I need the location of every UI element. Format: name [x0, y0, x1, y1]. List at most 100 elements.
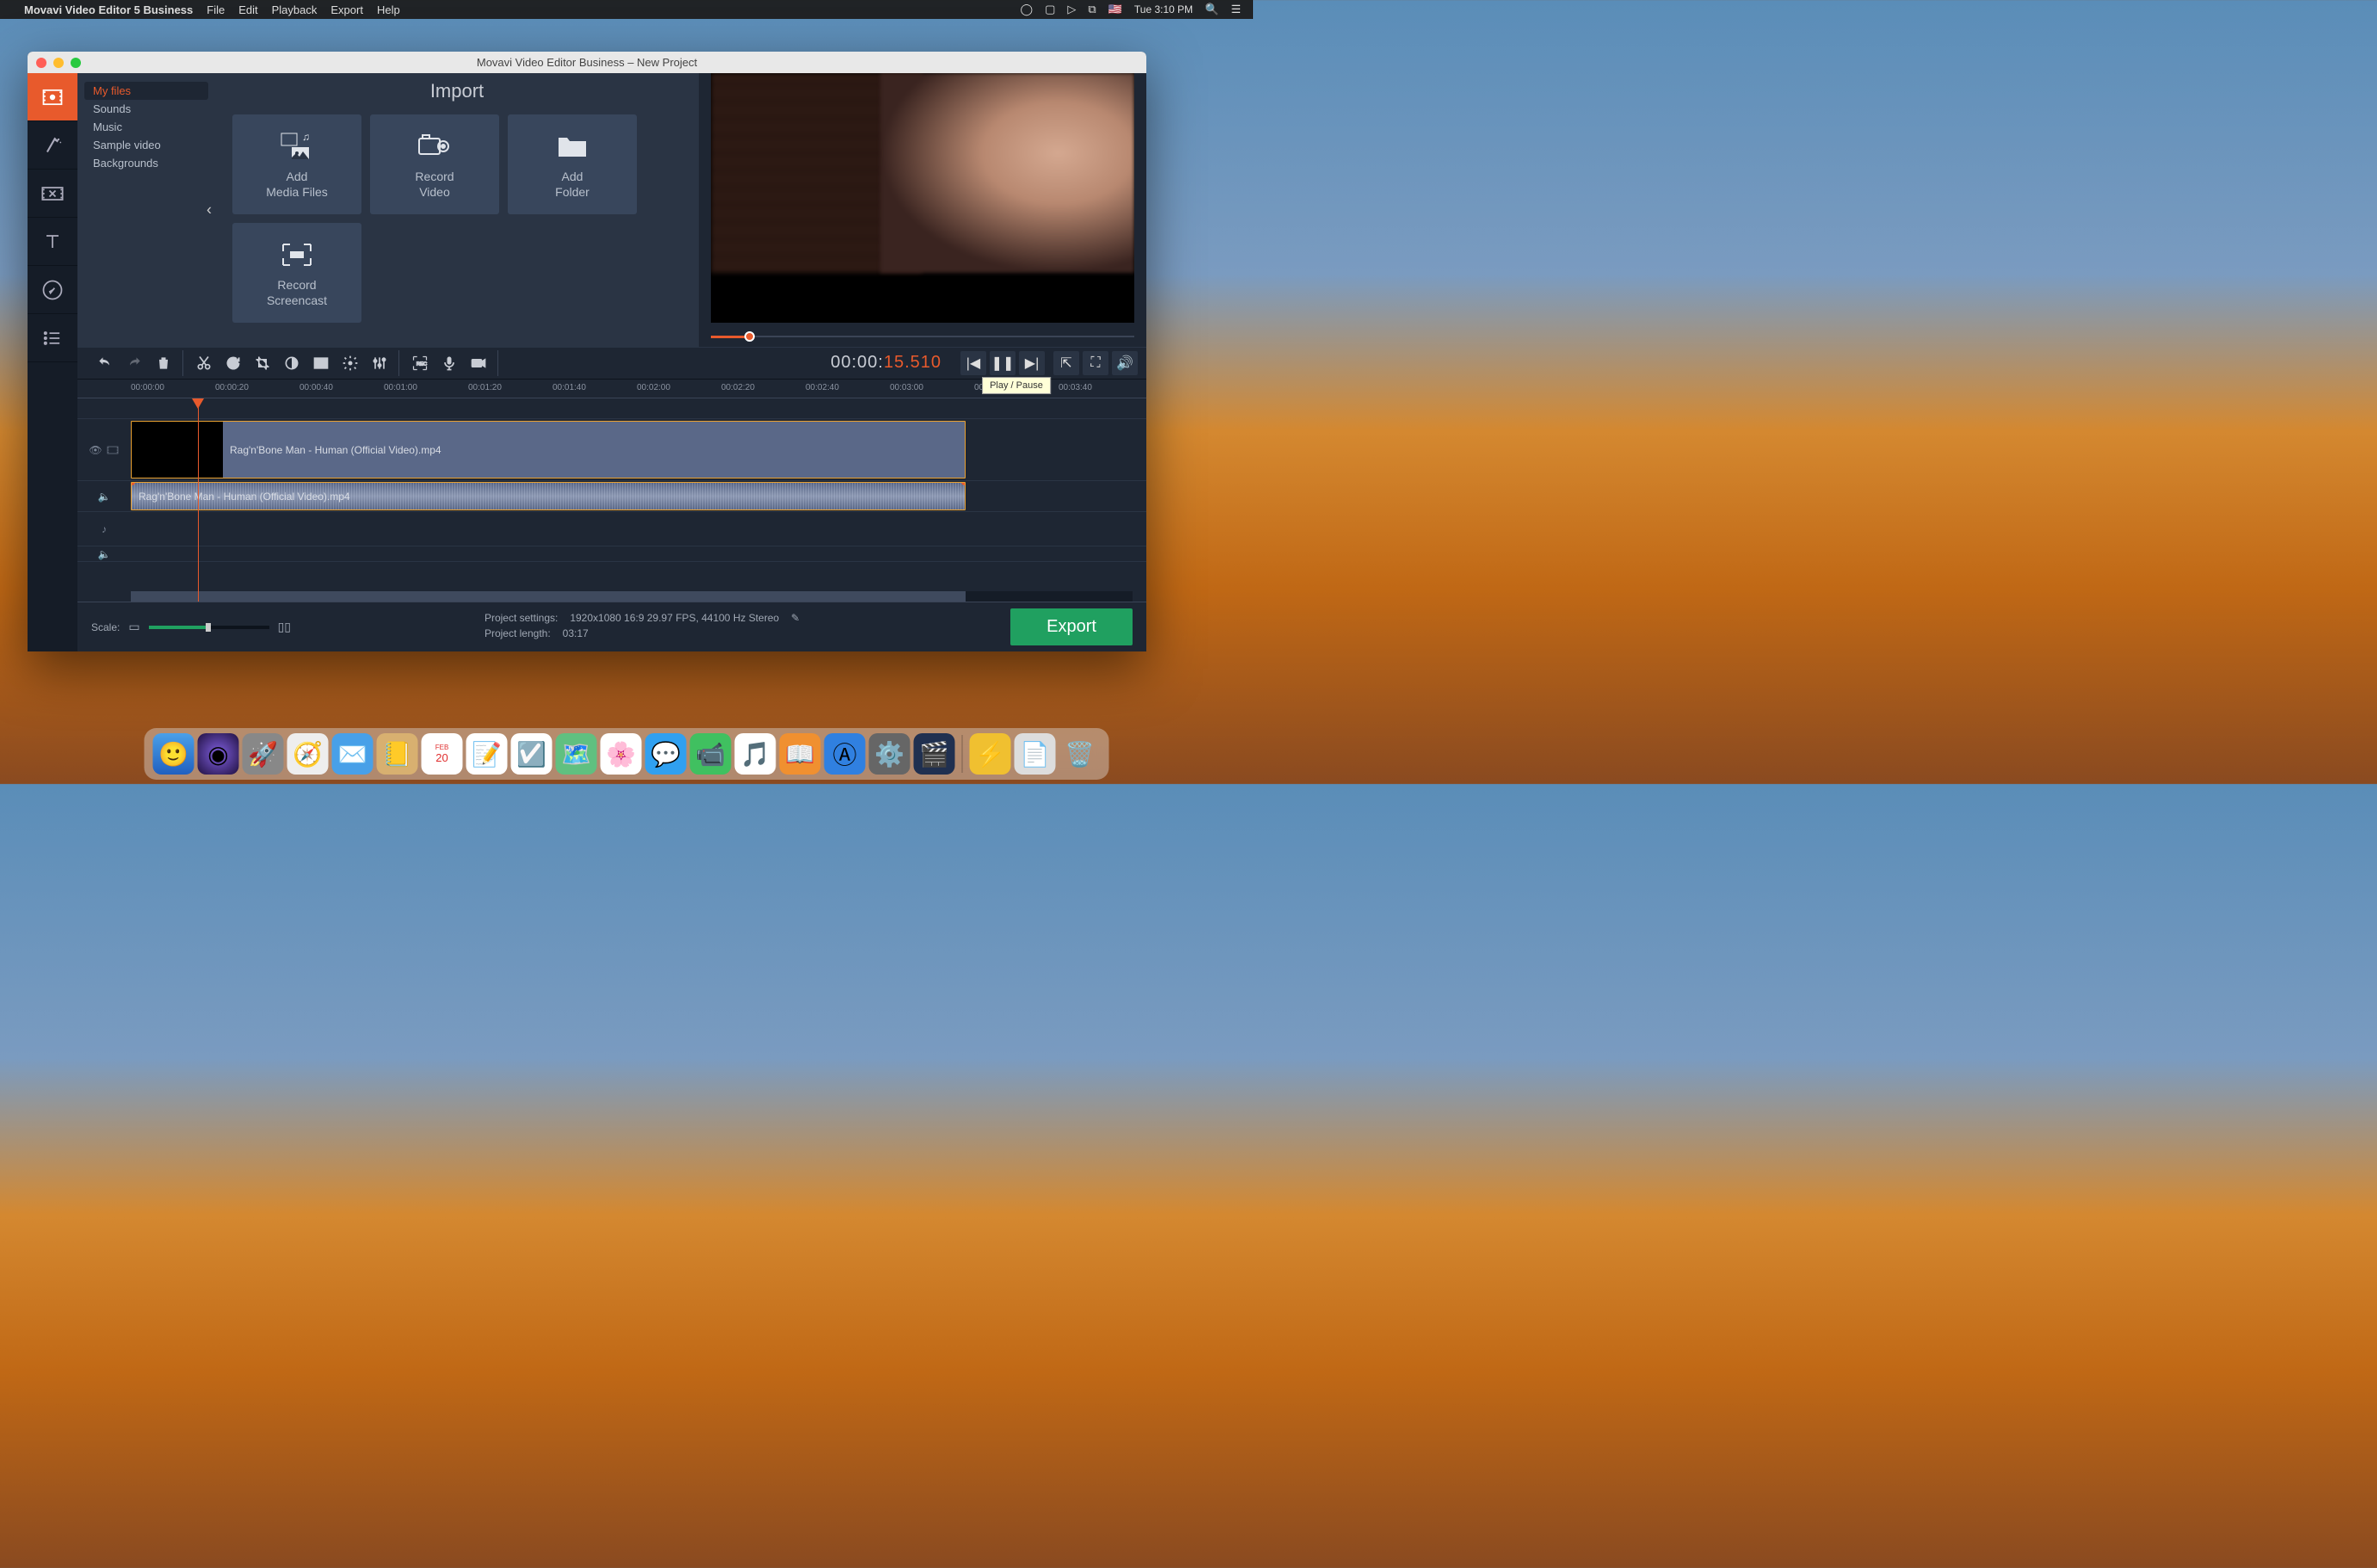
dock-siri-icon[interactable]: ◉: [198, 733, 239, 775]
rotate-button[interactable]: [219, 350, 247, 376]
clip-properties-button[interactable]: [336, 350, 364, 376]
dock-app-icon[interactable]: ⚡: [970, 733, 1011, 775]
zoom-slider-knob[interactable]: [206, 623, 211, 632]
eye-icon[interactable]: 👁: [89, 444, 102, 456]
zoom-out-icon[interactable]: ▭: [128, 620, 139, 634]
playhead[interactable]: [198, 398, 199, 602]
speaker-icon[interactable]: 🔈: [98, 491, 111, 503]
dock-movavi-icon[interactable]: 🎬: [914, 733, 955, 775]
airplay-icon[interactable]: ▷: [1067, 3, 1076, 16]
equalizer-button[interactable]: [366, 350, 393, 376]
tab-filters[interactable]: [28, 121, 77, 170]
window-zoom-button[interactable]: [71, 58, 81, 68]
color-adjust-button[interactable]: [278, 350, 306, 376]
delete-button[interactable]: [150, 350, 177, 376]
dock-facetime-icon[interactable]: 📹: [690, 733, 732, 775]
video-clip[interactable]: Rag'n'Bone Man - Human (Official Video).…: [131, 421, 966, 478]
image-button[interactable]: [307, 350, 335, 376]
tab-import[interactable]: [28, 73, 77, 121]
tab-stickers[interactable]: [28, 266, 77, 314]
edit-settings-icon[interactable]: ✎: [791, 612, 800, 624]
timeline[interactable]: 👁 Rag'n'Bone Man - Human (Official Video…: [77, 398, 1146, 602]
detach-preview-button[interactable]: ⇱: [1053, 351, 1079, 375]
import-cat-myfiles[interactable]: My files: [84, 82, 208, 100]
dock-launchpad-icon[interactable]: 🚀: [243, 733, 284, 775]
creative-cloud-icon[interactable]: ◯: [1021, 3, 1034, 16]
video-clip-label: Rag'n'Bone Man - Human (Official Video).…: [230, 444, 441, 456]
dock-notes-icon[interactable]: 📝: [466, 733, 508, 775]
next-frame-button[interactable]: ▶|: [1019, 351, 1045, 375]
speaker-icon[interactable]: 🔈: [98, 548, 111, 560]
preview-scrubber[interactable]: [711, 326, 1134, 347]
dock-mail-icon[interactable]: ✉️: [332, 733, 374, 775]
ruler-tick: 00:02:00: [637, 383, 670, 392]
play-pause-button[interactable]: ❚❚: [990, 351, 1016, 375]
linked-audio-track[interactable]: 🔈 Rag'n'Bone Man - Human (Official Video…: [77, 481, 1146, 512]
undo-button[interactable]: [91, 350, 119, 376]
tab-more[interactable]: [28, 314, 77, 362]
dock-messages-icon[interactable]: 💬: [645, 733, 687, 775]
import-cat-music[interactable]: Music: [77, 118, 215, 136]
volume-button[interactable]: 🔊: [1112, 351, 1138, 375]
dock-trash-icon[interactable]: 🗑️: [1059, 733, 1101, 775]
fullscreen-button[interactable]: ⛶: [1083, 351, 1108, 375]
tab-transitions[interactable]: [28, 170, 77, 218]
import-cat-backgrounds[interactable]: Backgrounds: [77, 154, 215, 172]
app-name[interactable]: Movavi Video Editor 5 Business: [24, 3, 193, 16]
left-toolbar: [28, 73, 77, 651]
dock-photos-icon[interactable]: 🌸: [601, 733, 642, 775]
scrub-knob[interactable]: [744, 331, 755, 342]
collapse-sidebar-icon[interactable]: ‹: [207, 201, 212, 219]
record-audio-button[interactable]: [435, 350, 463, 376]
tab-titles[interactable]: [28, 218, 77, 266]
dock-reminders-icon[interactable]: ☑️: [511, 733, 553, 775]
preview-video[interactable]: [711, 73, 1134, 323]
dock-finder-icon[interactable]: 🙂: [153, 733, 194, 775]
menu-file[interactable]: File: [207, 3, 225, 16]
dock-safari-icon[interactable]: 🧭: [287, 733, 329, 775]
dock-ibooks-icon[interactable]: 📖: [780, 733, 821, 775]
music-track[interactable]: ♪: [77, 512, 1146, 546]
dock-preferences-icon[interactable]: ⚙️: [869, 733, 911, 775]
timeline-scrollbar[interactable]: [131, 591, 1133, 602]
screens-icon[interactable]: ⧉: [1088, 3, 1096, 16]
add-media-files-button[interactable]: ♫ Add Media Files: [232, 114, 361, 214]
export-button[interactable]: Export: [1010, 608, 1133, 645]
dock-contacts-icon[interactable]: 📒: [377, 733, 418, 775]
menu-export[interactable]: Export: [330, 3, 363, 16]
dock-downloads-icon[interactable]: 📄: [1015, 733, 1056, 775]
menu-edit[interactable]: Edit: [238, 3, 257, 16]
redo-button[interactable]: [120, 350, 148, 376]
dock-calendar-icon[interactable]: FEB20: [422, 733, 463, 775]
prev-frame-button[interactable]: |◀: [960, 351, 986, 375]
window-minimize-button[interactable]: [53, 58, 64, 68]
menu-playback[interactable]: Playback: [272, 3, 318, 16]
window-titlebar[interactable]: Movavi Video Editor Business – New Proje…: [28, 52, 1146, 73]
menu-help[interactable]: Help: [377, 3, 400, 16]
scrollbar-thumb[interactable]: [131, 591, 966, 602]
add-folder-button[interactable]: Add Folder: [508, 114, 637, 214]
fade-out-handle[interactable]: [961, 482, 966, 485]
record-screen-button[interactable]: REC: [406, 350, 434, 376]
record-screencast-button[interactable]: Record Screencast: [232, 223, 361, 323]
record-webcam-button[interactable]: [465, 350, 492, 376]
menu-list-icon[interactable]: ☰: [1231, 3, 1241, 16]
dock-itunes-icon[interactable]: 🎵: [735, 733, 776, 775]
video-track[interactable]: 👁 Rag'n'Bone Man - Human (Official Video…: [77, 419, 1146, 481]
menubar-clock[interactable]: Tue 3:10 PM: [1134, 3, 1193, 15]
window-close-button[interactable]: [36, 58, 46, 68]
import-cat-sounds[interactable]: Sounds: [77, 100, 215, 118]
display-icon[interactable]: ▢: [1045, 3, 1055, 16]
import-cat-samplevideo[interactable]: Sample video: [77, 136, 215, 154]
zoom-slider[interactable]: [149, 626, 269, 629]
flag-icon[interactable]: 🇺🇸: [1108, 3, 1122, 16]
crop-button[interactable]: [249, 350, 276, 376]
audio-clip[interactable]: Rag'n'Bone Man - Human (Official Video).…: [131, 482, 966, 510]
fade-in-handle[interactable]: [131, 482, 135, 485]
dock-maps-icon[interactable]: 🗺️: [556, 733, 597, 775]
cut-button[interactable]: [190, 350, 218, 376]
dock-appstore-icon[interactable]: Ⓐ: [824, 733, 866, 775]
spotlight-icon[interactable]: 🔍: [1205, 3, 1219, 16]
record-video-button[interactable]: Record Video: [370, 114, 499, 214]
zoom-in-icon[interactable]: ▯▯: [278, 620, 291, 634]
